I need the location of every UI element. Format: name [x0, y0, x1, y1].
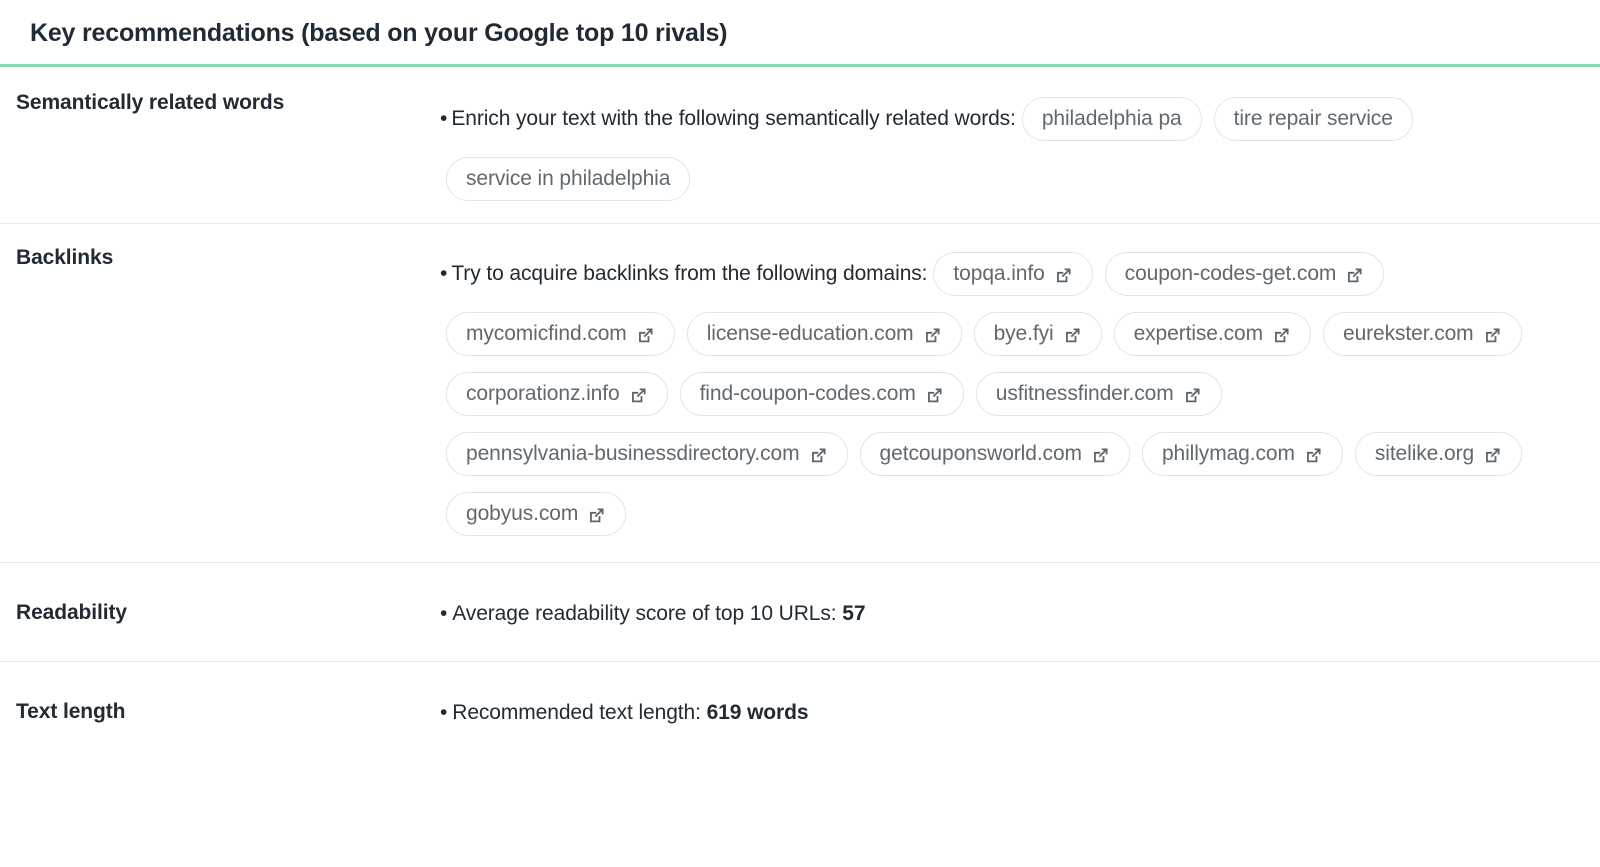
- backlink-pill-label: expertise.com: [1133, 322, 1264, 345]
- backlink-pill-license-education[interactable]: license-education.com: [686, 312, 962, 356]
- row-readability: Readability • Average readability score o…: [0, 563, 1600, 662]
- backlink-pill-label: phillymag.com: [1161, 442, 1295, 465]
- row-body-backlinks: • Try to acquire backlinks from the follo…: [440, 242, 1584, 544]
- external-link-icon: [1345, 266, 1364, 285]
- text-length-value: 619 words: [706, 701, 809, 724]
- row-label-readability: Readability: [16, 601, 127, 624]
- backlink-pill-label: topqa.info: [953, 262, 1045, 285]
- semantic-pill-label: philadelphia pa: [1041, 107, 1182, 130]
- readability-value: 57: [842, 602, 866, 625]
- text-length-bullet-text: Recommended text length:: [452, 701, 701, 724]
- backlink-pill-corporationz[interactable]: corporationz.info: [446, 372, 668, 416]
- backlink-pill-bye-fyi[interactable]: bye.fyi: [973, 312, 1102, 356]
- semantic-pill-label: tire repair service: [1233, 107, 1393, 130]
- semantic-bullet-text: Enrich your text with the following sema…: [451, 107, 1016, 130]
- row-backlinks: Backlinks • Try to acquire backlinks from…: [0, 224, 1600, 563]
- backlinks-bullet-text: Try to acquire backlinks from the follow…: [451, 262, 928, 285]
- backlink-pill-label: getcouponsworld.com: [879, 442, 1082, 465]
- external-link-icon: [809, 446, 828, 465]
- backlink-pill-label: usfitnessfinder.com: [995, 382, 1174, 405]
- key-recommendations-card: Key recommendations (based on your Googl…: [0, 0, 1600, 760]
- card-header: Key recommendations (based on your Googl…: [0, 0, 1600, 64]
- backlink-pill-getcouponsworld[interactable]: getcouponsworld.com: [859, 432, 1130, 476]
- backlinks-flow: • Try to acquire backlinks from the follo…: [440, 244, 1584, 544]
- external-link-icon: [629, 386, 648, 405]
- backlink-pill-pennsylvania-businessdirectory[interactable]: pennsylvania-businessdirectory.com: [446, 432, 848, 476]
- bullet-glyph: •: [440, 701, 448, 725]
- bullet-glyph: •: [440, 602, 448, 626]
- backlink-pill-label: find-coupon-codes.com: [699, 382, 916, 405]
- semantic-pill-label: service in philadelphia: [466, 167, 671, 190]
- backlink-pill-gobyus[interactable]: gobyus.com: [446, 492, 627, 536]
- external-link-icon: [1091, 446, 1110, 465]
- row-label-text-length: Text length: [16, 700, 126, 723]
- backlink-pill-eurekster[interactable]: eurekster.com: [1322, 312, 1522, 356]
- row-body-text-length: • Recommended text length: 619 words: [440, 696, 1584, 728]
- external-link-icon: [925, 386, 944, 405]
- backlink-pill-topqa[interactable]: topqa.info: [933, 252, 1093, 296]
- backlink-pill-label: eurekster.com: [1342, 322, 1474, 345]
- row-semantically-related-words: Semantically related words • Enrich your …: [0, 67, 1600, 224]
- row-body-semantic: • Enrich your text with the following sem…: [440, 87, 1584, 209]
- backlink-pill-label: corporationz.info: [466, 382, 620, 405]
- semantic-pill[interactable]: tire repair service: [1213, 97, 1413, 141]
- text-length-bullet: • Recommended text length: 619 words: [440, 698, 1584, 728]
- external-link-icon: [1183, 386, 1202, 405]
- readability-bullet: • Average readability score of top 10 URL…: [440, 599, 1584, 629]
- backlink-pill-sitelike[interactable]: sitelike.org: [1354, 432, 1523, 476]
- bullet-glyph: •: [440, 262, 448, 285]
- backlink-pill-label: mycomicfind.com: [466, 322, 627, 345]
- backlink-pill-phillymag[interactable]: phillymag.com: [1141, 432, 1343, 476]
- backlink-pill-expertise[interactable]: expertise.com: [1113, 312, 1311, 356]
- external-link-icon: [587, 506, 606, 525]
- external-link-icon: [1272, 326, 1291, 345]
- semantic-flow: • Enrich your text with the following sem…: [440, 89, 1584, 209]
- row-text-length: Text length • Recommended text length: 61…: [0, 662, 1600, 760]
- external-link-icon: [1483, 446, 1502, 465]
- backlink-pill-label: coupon-codes-get.com: [1124, 262, 1337, 285]
- external-link-icon: [923, 326, 942, 345]
- external-link-icon: [1483, 326, 1502, 345]
- backlink-pill-mycomicfind[interactable]: mycomicfind.com: [446, 312, 675, 356]
- external-link-icon: [1304, 446, 1323, 465]
- backlink-pill-label: license-education.com: [706, 322, 914, 345]
- bullet-glyph: •: [440, 107, 448, 130]
- backlink-pill-label: pennsylvania-businessdirectory.com: [466, 442, 800, 465]
- row-body-readability: • Average readability score of top 10 URL…: [440, 597, 1584, 629]
- semantic-pill[interactable]: service in philadelphia: [446, 157, 691, 201]
- external-link-icon: [636, 326, 655, 345]
- external-link-icon: [1063, 326, 1082, 345]
- row-label-backlinks: Backlinks: [16, 246, 114, 269]
- semantic-pill[interactable]: philadelphia pa: [1021, 97, 1202, 141]
- page-title: Key recommendations (based on your Googl…: [30, 19, 728, 47]
- readability-bullet-text: Average readability score of top 10 URLs…: [452, 602, 837, 625]
- backlink-pill-label: bye.fyi: [993, 322, 1054, 345]
- external-link-icon: [1054, 266, 1073, 285]
- backlink-pill-coupon-codes-get[interactable]: coupon-codes-get.com: [1104, 252, 1385, 296]
- row-label-semantic: Semantically related words: [16, 91, 285, 114]
- backlink-pill-label: gobyus.com: [466, 502, 579, 525]
- backlink-pill-label: sitelike.org: [1374, 442, 1475, 465]
- backlink-pill-usfitnessfinder[interactable]: usfitnessfinder.com: [975, 372, 1222, 416]
- backlink-pill-find-coupon-codes[interactable]: find-coupon-codes.com: [679, 372, 964, 416]
